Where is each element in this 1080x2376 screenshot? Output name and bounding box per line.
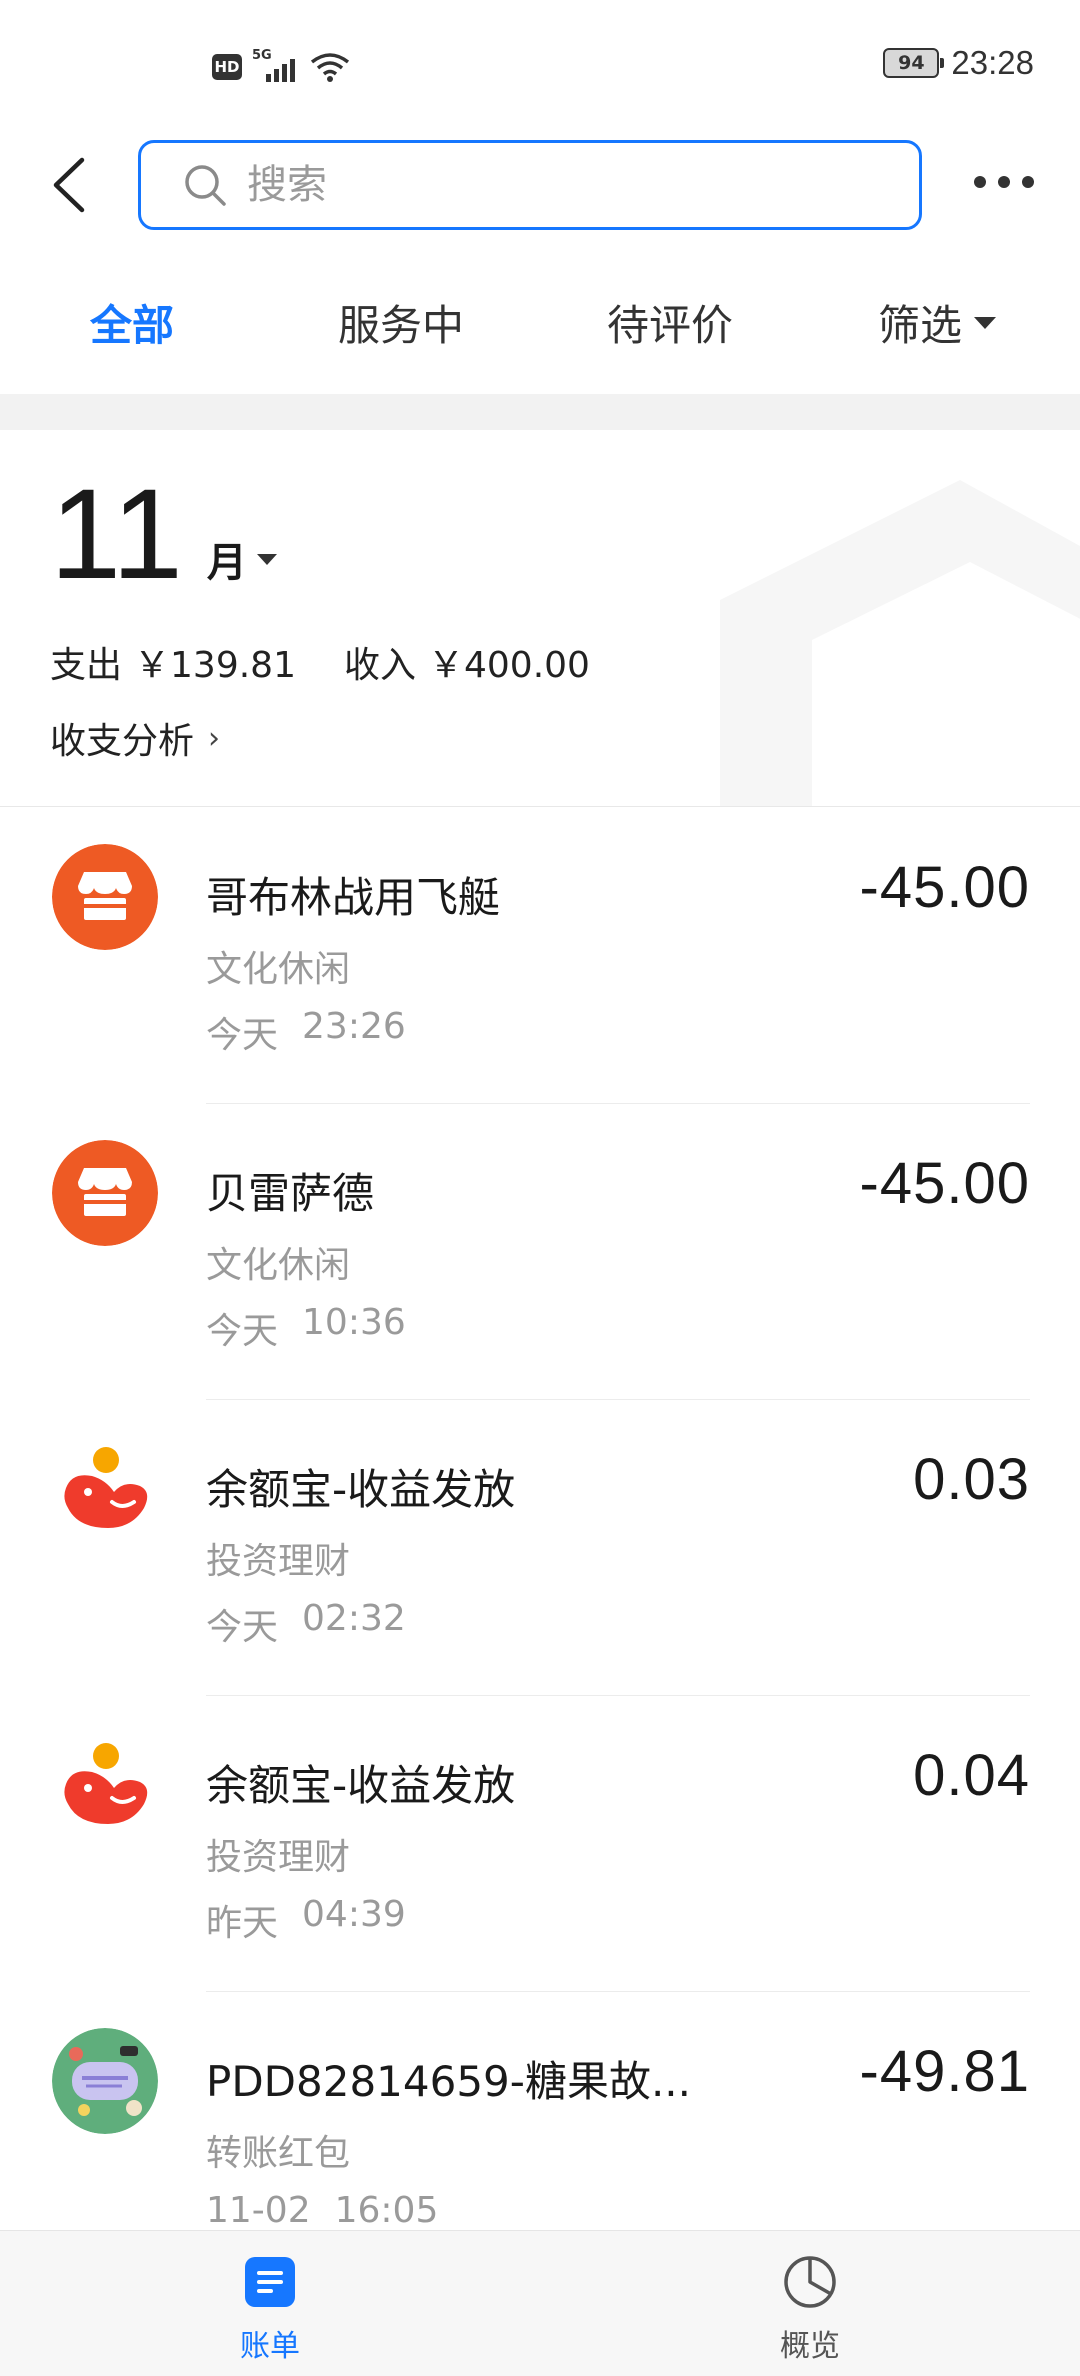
month-summary: 11 月 支出 ￥139.81 收入 ￥400.00 收支分析 › xyxy=(0,430,1080,806)
tab-pending-review[interactable]: 待评价 xyxy=(607,292,733,353)
transaction-category: 投资理财 xyxy=(206,1837,351,1878)
transaction-day: 昨天 xyxy=(206,1903,279,1944)
tab-all[interactable]: 全部 xyxy=(90,292,174,353)
dot-icon xyxy=(974,176,986,188)
transaction-title: 哥布林战用飞艇 xyxy=(206,873,501,922)
filter-tabs: 全部 服务中 待评价 筛选 xyxy=(0,270,1080,380)
more-options-button[interactable] xyxy=(974,162,1034,202)
transaction-time: 11-02 16:05 xyxy=(206,2190,438,2231)
search-icon xyxy=(185,165,226,206)
transaction-amount: -49.81 xyxy=(859,2039,1030,2104)
transaction-clock: 23:26 xyxy=(302,1006,406,1047)
search-input[interactable] xyxy=(247,162,847,208)
tab-filter-label: 筛选 xyxy=(878,301,963,350)
signal-icon: 5G xyxy=(252,48,300,84)
transaction-amount: 0.04 xyxy=(913,1743,1030,1808)
transaction-category: 文化休闲 xyxy=(206,949,351,990)
transaction-title: PDD82814659-糖果故... xyxy=(206,2057,691,2106)
transaction-list: 哥布林战用飞艇 文化休闲 今天 23:26 -45.00 贝雷萨德 文化休闲 今… xyxy=(0,808,1080,2288)
background-decoration xyxy=(720,480,1080,806)
transaction-clock: 02:32 xyxy=(302,1598,406,1639)
transaction-day: 11-02 xyxy=(206,2190,311,2231)
clock: 23:28 xyxy=(951,44,1034,81)
status-bar: HD 5G 94 23:28 xyxy=(0,0,1080,130)
transaction-category: 投资理财 xyxy=(206,1541,351,1582)
transaction-category: 转账红包 xyxy=(206,2133,351,2174)
income-total: 收入 ￥400.00 xyxy=(344,636,590,688)
bottom-navigation: 账单 概览 xyxy=(0,2230,1080,2376)
header xyxy=(0,130,1080,240)
shop-avatar-icon xyxy=(52,2028,158,2134)
section-divider xyxy=(0,394,1080,430)
expense-label: 支出 xyxy=(50,645,123,686)
yuebao-icon xyxy=(52,1732,158,1838)
transaction-title: 贝雷萨德 xyxy=(206,1169,375,1218)
transaction-day: 今天 xyxy=(206,1311,279,1352)
dot-icon xyxy=(1022,176,1034,188)
transaction-amount: 0.03 xyxy=(913,1447,1030,1512)
transaction-day: 今天 xyxy=(206,1607,279,1648)
month-totals: 支出 ￥139.81 收入 ￥400.00 xyxy=(50,636,590,688)
wifi-icon xyxy=(310,53,350,82)
nav-bill-label: 账单 xyxy=(240,2329,300,2364)
status-left: HD 5G xyxy=(212,48,350,84)
month-number: 11 xyxy=(50,463,183,606)
expense-value: ￥139.81 xyxy=(134,645,296,686)
pie-chart-icon xyxy=(784,2256,836,2308)
nav-overview-label: 概览 xyxy=(780,2329,840,2364)
transaction-day: 今天 xyxy=(206,1015,279,1056)
tab-filter[interactable]: 筛选 xyxy=(878,292,997,353)
nav-bill[interactable]: 账单 xyxy=(210,2253,330,2365)
transaction-clock: 04:39 xyxy=(302,1894,406,1935)
transaction-amount: -45.00 xyxy=(859,855,1030,920)
transaction-item[interactable]: 哥布林战用飞艇 文化休闲 今天 23:26 -45.00 xyxy=(0,808,1080,1104)
transaction-time: 今天 10:36 xyxy=(206,1302,406,1354)
caret-down-icon xyxy=(256,553,277,565)
bill-icon xyxy=(245,2257,295,2307)
store-icon xyxy=(52,844,158,950)
transaction-amount: -45.00 xyxy=(859,1151,1030,1216)
month-unit-label: 月 xyxy=(206,540,247,586)
search-box[interactable] xyxy=(138,140,922,230)
transaction-item[interactable]: 余额宝-收益发放 投资理财 今天 02:32 0.03 xyxy=(0,1400,1080,1696)
status-right: 94 23:28 xyxy=(883,44,1034,82)
transaction-time: 今天 02:32 xyxy=(206,1598,406,1650)
analysis-link[interactable]: 收支分析 › xyxy=(50,712,220,764)
tab-in-service[interactable]: 服务中 xyxy=(338,292,464,353)
transaction-title: 余额宝-收益发放 xyxy=(206,1465,516,1514)
nav-overview[interactable]: 概览 xyxy=(750,2253,870,2365)
caret-down-icon xyxy=(974,316,997,329)
transaction-item[interactable]: 贝雷萨德 文化休闲 今天 10:36 -45.00 xyxy=(0,1104,1080,1400)
chevron-right-icon: › xyxy=(208,720,221,756)
transaction-time: 今天 23:26 xyxy=(206,1006,406,1058)
expense-total: 支出 ￥139.81 xyxy=(50,636,296,688)
month-selector[interactable]: 11 月 xyxy=(50,463,277,606)
store-icon xyxy=(52,1140,158,1246)
battery-level: 94 xyxy=(898,52,925,74)
transaction-clock: 16:05 xyxy=(334,2190,439,2231)
hd-badge: HD xyxy=(212,54,242,80)
transaction-title: 余额宝-收益发放 xyxy=(206,1761,516,1810)
transaction-item[interactable]: 余额宝-收益发放 投资理财 昨天 04:39 0.04 xyxy=(0,1696,1080,1992)
month-unit: 月 xyxy=(207,530,277,588)
battery-icon: 94 xyxy=(883,48,945,78)
income-label: 收入 xyxy=(343,645,416,686)
back-arrow-icon[interactable] xyxy=(42,150,102,220)
transaction-category: 文化休闲 xyxy=(206,1245,351,1286)
divider xyxy=(0,806,1080,807)
transaction-time: 昨天 04:39 xyxy=(206,1894,406,1946)
analysis-label: 收支分析 xyxy=(50,721,195,762)
income-value: ￥400.00 xyxy=(428,645,590,686)
yuebao-icon xyxy=(52,1436,158,1542)
transaction-clock: 10:36 xyxy=(302,1302,406,1343)
dot-icon xyxy=(998,176,1010,188)
